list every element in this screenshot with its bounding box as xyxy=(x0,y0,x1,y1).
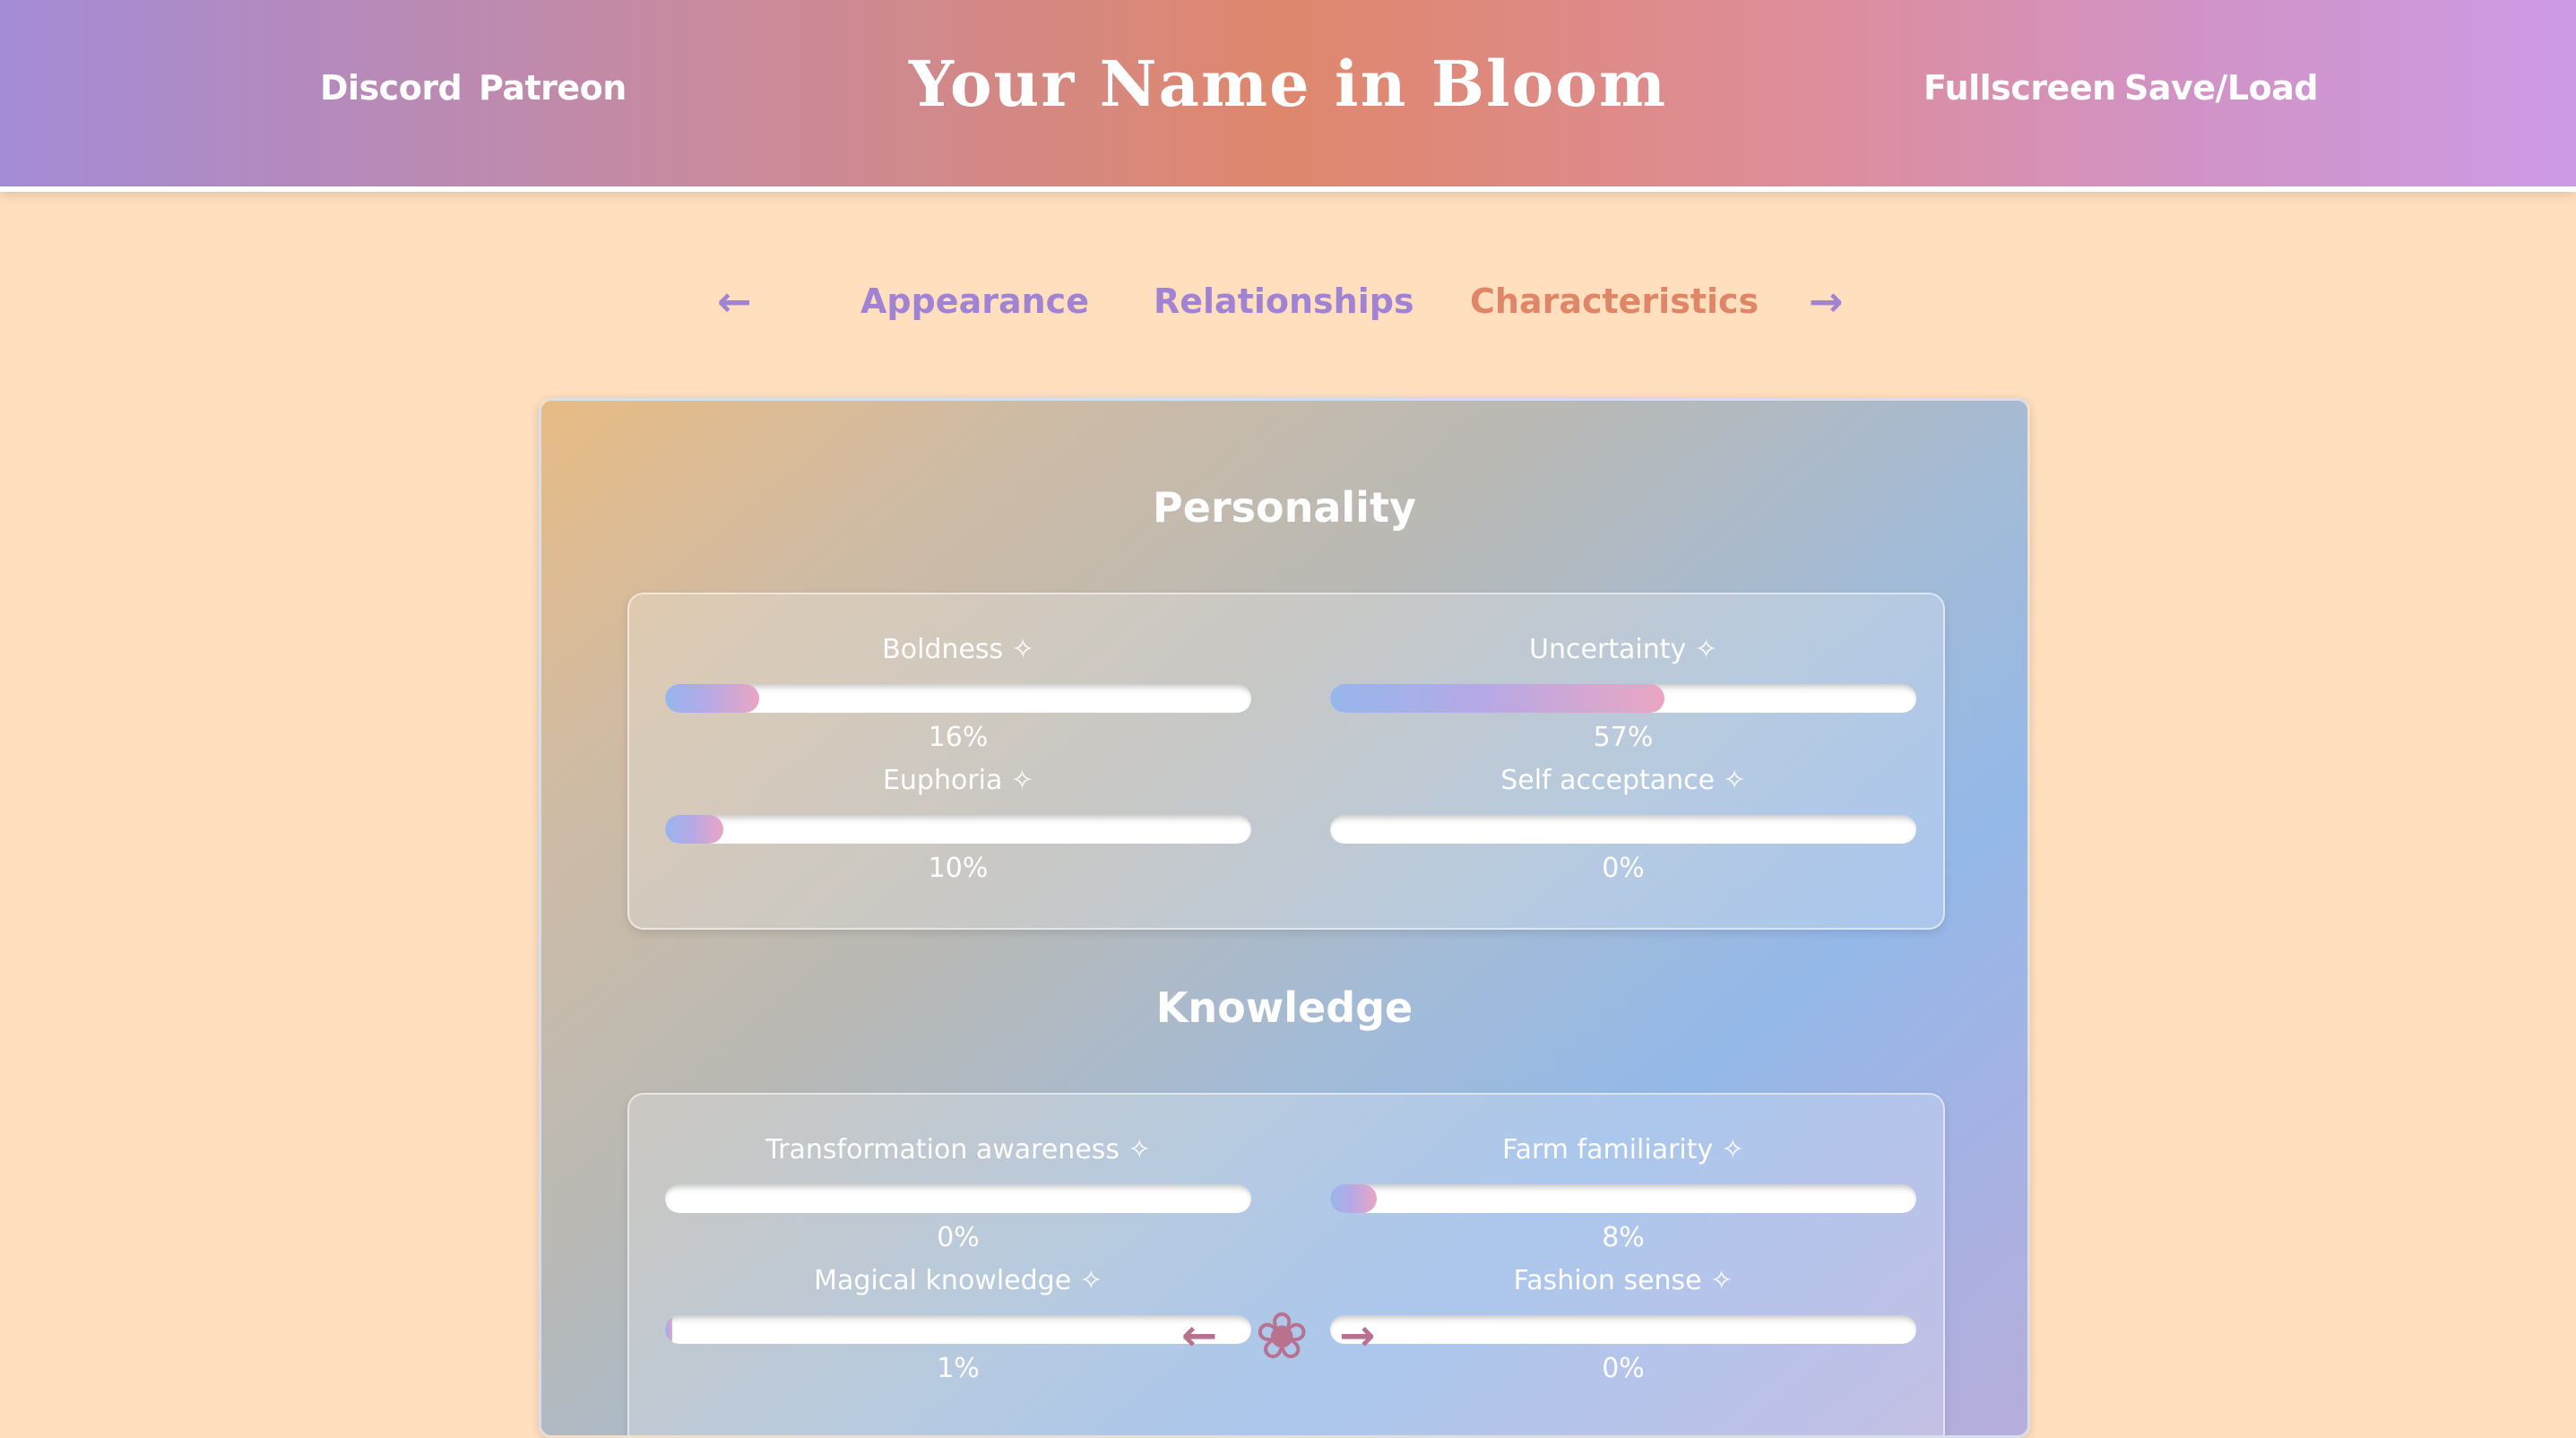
stat-transformation-awareness: Transformation awareness ✧ 0% xyxy=(665,1130,1251,1258)
stat-bar xyxy=(1330,815,1916,844)
stat-magical-knowledge: Magical knowledge ✧ 1% xyxy=(665,1261,1251,1389)
stat-bar xyxy=(665,1315,1251,1344)
characteristics-panel: Personality Boldness ✧ 16% Uncertainty ✧… xyxy=(539,398,2030,1438)
stat-bar xyxy=(665,684,1251,713)
stat-farm-familiarity: Farm familiarity ✧ 8% xyxy=(1330,1130,1916,1258)
stat-label: Farm familiarity ✧ xyxy=(1502,1134,1744,1165)
forward-arrow-icon[interactable]: → xyxy=(1339,1302,1375,1370)
stat-boldness: Boldness ✧ 16% xyxy=(665,630,1251,758)
stat-label: Uncertainty ✧ xyxy=(1529,634,1717,665)
stat-bar xyxy=(1330,1184,1916,1213)
stat-self-acceptance: Self acceptance ✧ 0% xyxy=(1330,761,1916,888)
stat-label: Fashion sense ✧ xyxy=(1513,1265,1733,1296)
tab-prev-arrow-icon[interactable]: ← xyxy=(717,274,752,328)
back-arrow-icon[interactable]: ← xyxy=(1181,1302,1217,1370)
flower-menu-icon[interactable]: ❀ xyxy=(1255,1302,1309,1370)
stat-label: Magical knowledge ✧ xyxy=(814,1265,1102,1296)
knowledge-stats-box: Transformation awareness ✧ 0% Farm famil… xyxy=(627,1093,1945,1435)
stat-uncertainty: Uncertainty ✧ 57% xyxy=(1330,630,1916,758)
save-load-link[interactable]: Save/Load xyxy=(2124,63,2319,113)
stat-bar xyxy=(665,815,1251,844)
personality-stats-box: Boldness ✧ 16% Uncertainty ✧ 57% Euphori… xyxy=(627,593,1945,930)
fullscreen-link[interactable]: Fullscreen xyxy=(1923,63,2116,113)
stat-euphoria: Euphoria ✧ 10% xyxy=(665,761,1251,888)
stat-label: Boldness ✧ xyxy=(882,634,1034,665)
stat-value: 0% xyxy=(937,1222,980,1253)
stat-value: 8% xyxy=(1602,1222,1645,1253)
stat-value: 57% xyxy=(1593,722,1654,753)
header-bar: Discord Patreon Your Name in Bloom Fulls… xyxy=(0,0,2576,186)
stat-bar xyxy=(1330,1315,1916,1344)
tab-next-arrow-icon[interactable]: → xyxy=(1809,274,1844,328)
section-title-knowledge: Knowledge xyxy=(1155,983,1413,1032)
tab-relationships[interactable]: Relationships xyxy=(1154,274,1414,328)
stat-bar-fill xyxy=(665,684,759,713)
stat-label: Euphoria ✧ xyxy=(882,765,1034,796)
stat-bar-fill xyxy=(665,815,724,844)
stat-value: 16% xyxy=(928,722,989,753)
tab-characteristics[interactable]: Characteristics xyxy=(1470,274,1759,328)
stat-bar-fill xyxy=(1330,1184,1378,1213)
stat-bar-fill xyxy=(665,1315,672,1344)
stat-value: 0% xyxy=(1602,1353,1645,1384)
stat-bar-fill xyxy=(1330,684,1664,713)
stat-value: 1% xyxy=(937,1353,980,1384)
stat-bar xyxy=(665,1184,1251,1213)
stat-fashion-sense: Fashion sense ✧ 0% xyxy=(1330,1261,1916,1389)
stat-label: Transformation awareness ✧ xyxy=(765,1134,1151,1165)
stat-label: Self acceptance ✧ xyxy=(1500,765,1746,796)
section-title-personality: Personality xyxy=(1153,483,1416,532)
tab-appearance[interactable]: Appearance xyxy=(860,274,1089,328)
stat-value: 0% xyxy=(1602,853,1645,884)
stat-value: 10% xyxy=(928,853,989,884)
stat-bar xyxy=(1330,684,1916,713)
